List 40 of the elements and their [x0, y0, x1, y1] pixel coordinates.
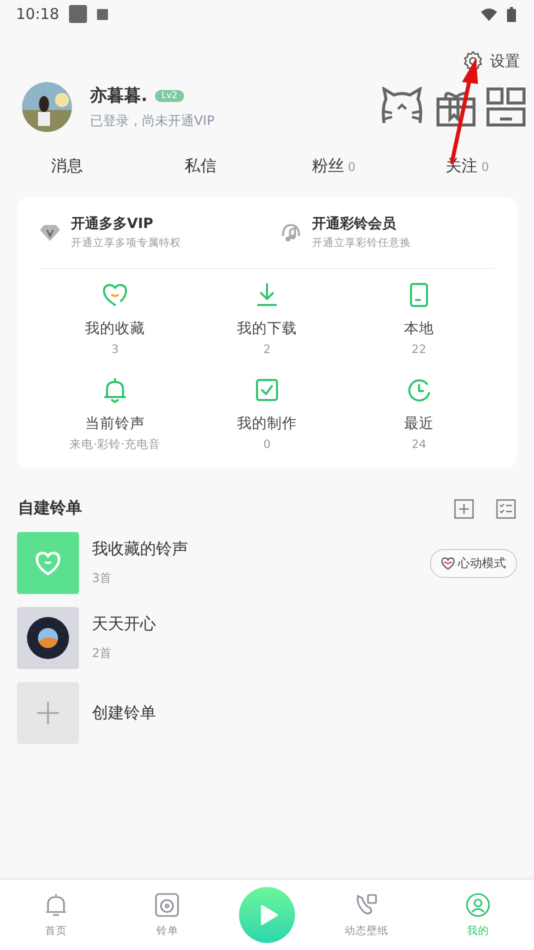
playlist-item[interactable]: 我收藏的铃声 3首 心动模式	[0, 519, 534, 594]
shortcut-item[interactable]: 我的收藏 3	[39, 281, 191, 356]
keyboard-icon	[97, 8, 108, 20]
shortcut-item[interactable]: 本地 22	[343, 281, 495, 356]
add-playlist-icon	[17, 682, 79, 744]
music-icon	[280, 222, 302, 244]
vip-status: 已登录，尚未开通VIP	[90, 113, 215, 130]
checklist-icon[interactable]	[496, 498, 516, 518]
section-title: 自建铃单	[18, 498, 82, 519]
settings-icon	[462, 50, 484, 72]
play-icon	[258, 904, 279, 926]
playlist-item[interactable]: 天天开心 2首	[0, 594, 534, 669]
social-tab[interactable]: 粉丝 0	[267, 156, 400, 177]
shortcut-item[interactable]: 我的制作 0	[191, 376, 343, 452]
wifi-icon	[481, 8, 497, 20]
shortcut-item[interactable]: 最近 24	[343, 376, 495, 452]
promo-button[interactable]: 开通多多VIP 开通立享多项专属特权	[39, 215, 254, 250]
heartbeat-mode-button[interactable]: 心动模式	[430, 548, 517, 578]
heart-icon	[441, 556, 455, 570]
social-tab[interactable]: 消息	[0, 156, 134, 177]
playlist-item[interactable]: 创建铃单	[0, 669, 534, 744]
social-tab[interactable]: 私信	[134, 156, 267, 177]
heart-icon	[101, 281, 129, 309]
notification-icon	[69, 5, 88, 23]
shortcut-item[interactable]: 我的下载 2	[191, 281, 343, 356]
me-icon	[465, 892, 492, 918]
user-name: 亦暮暮.	[90, 85, 148, 107]
avatar[interactable]	[22, 82, 72, 132]
battery-icon	[507, 6, 516, 22]
bell-icon	[101, 376, 129, 404]
diamond-icon	[39, 224, 61, 242]
status-time: 10:18	[16, 5, 60, 23]
promo-button[interactable]: 开通彩铃会员 开通立享彩铃任意换	[254, 215, 495, 250]
level-badge: Lv2	[155, 90, 184, 102]
shortcut-item[interactable]: 当前铃声 来电·彩铃·充电音	[39, 376, 191, 452]
add-icon[interactable]	[454, 498, 474, 518]
check-icon	[253, 376, 281, 404]
grid-icon[interactable]	[486, 87, 526, 127]
settings-button[interactable]: 设置	[462, 50, 520, 72]
heart-cover	[17, 532, 79, 594]
